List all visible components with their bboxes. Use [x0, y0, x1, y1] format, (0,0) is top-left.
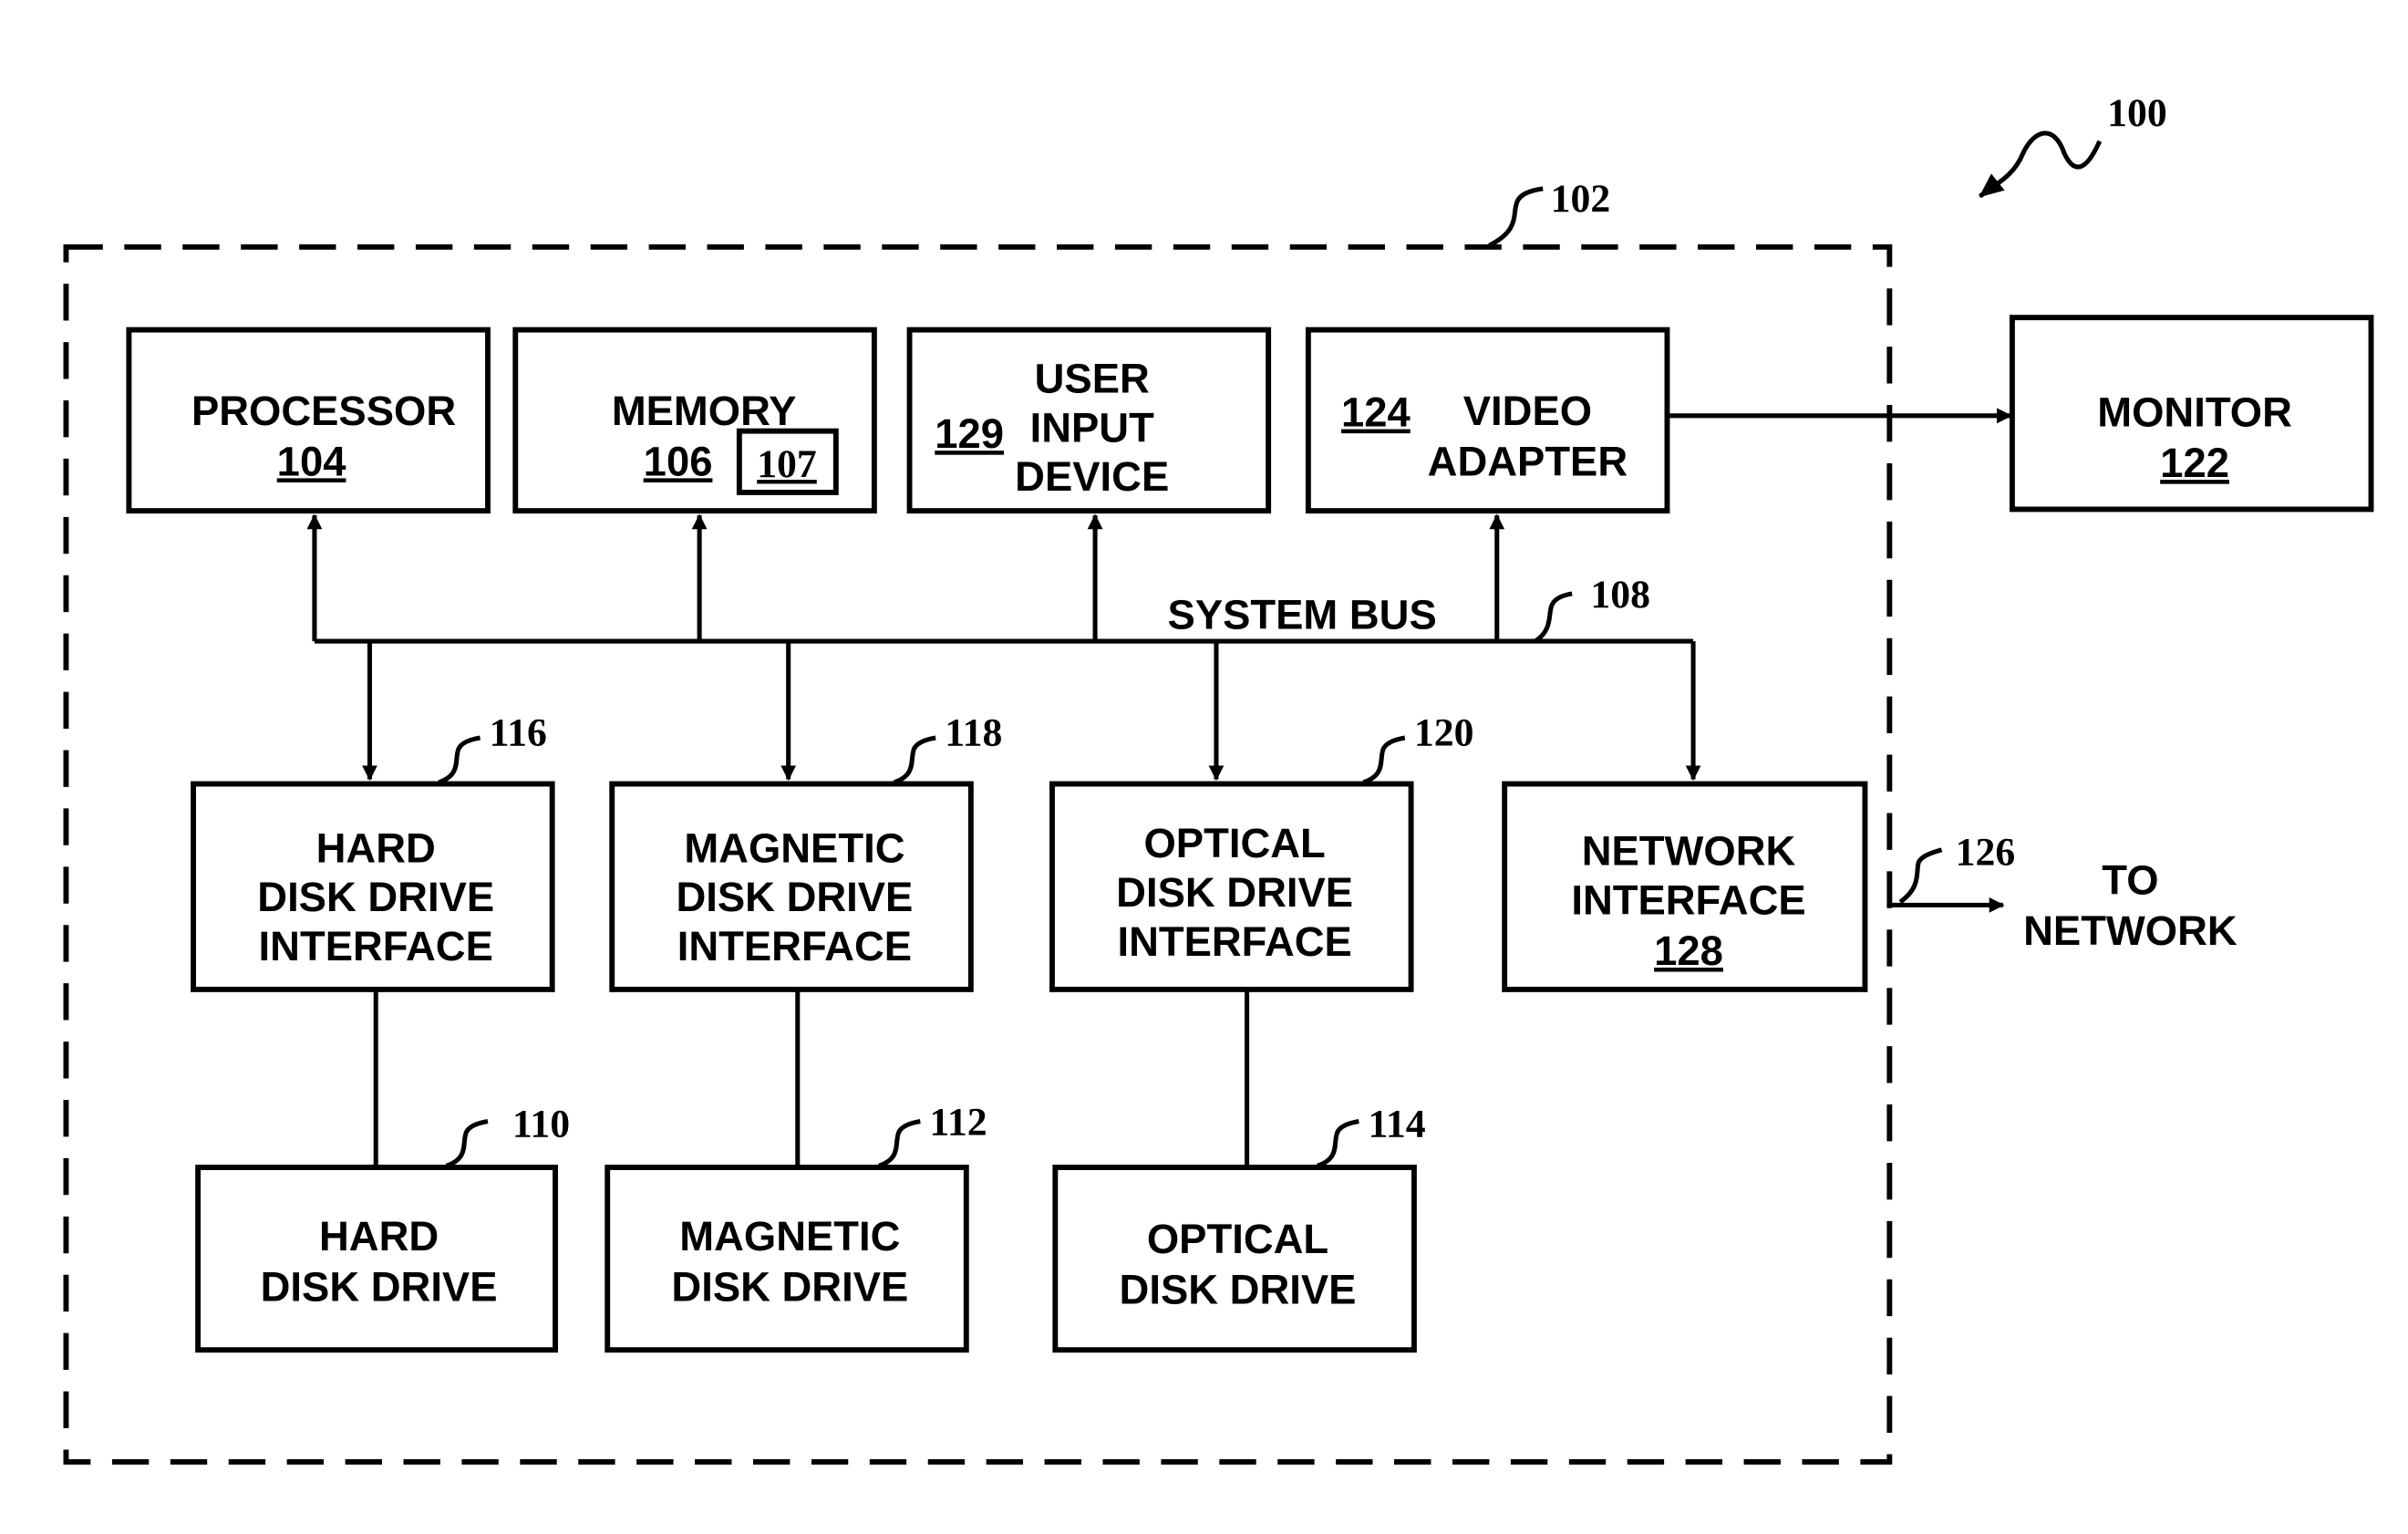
to-network-label-2: NETWORK	[2023, 907, 2237, 954]
svg-text:INTERFACE: INTERFACE	[259, 923, 493, 969]
optical-disk-drive-box[interactable]: OPTICAL DISK DRIVE 114	[1052, 1102, 1426, 1353]
network-link: 126 TO NETWORK	[1889, 831, 2237, 954]
network-interface-box[interactable]: NETWORK INTERFACE 128	[1502, 781, 1868, 992]
system-ref: 102	[1488, 177, 1611, 248]
svg-text:DISK DRIVE: DISK DRIVE	[1120, 1267, 1357, 1313]
hard-disk-drive-box[interactable]: HARD DISK DRIVE 110	[195, 1102, 570, 1353]
svg-text:118: 118	[945, 710, 1002, 754]
svg-text:106: 106	[644, 438, 713, 484]
odd-interface-box[interactable]: OPTICAL DISK DRIVE INTERFACE 120	[1049, 710, 1474, 992]
svg-text:112: 112	[929, 1101, 987, 1145]
svg-text:DISK DRIVE: DISK DRIVE	[676, 874, 913, 920]
monitor-box[interactable]: MONITOR 122	[2009, 315, 2374, 513]
svg-text:104: 104	[277, 438, 347, 484]
svg-text:NETWORK: NETWORK	[1582, 828, 1796, 875]
figure-ref-label: 100	[2107, 91, 2167, 135]
svg-text:OPTICAL: OPTICAL	[1143, 820, 1325, 866]
svg-text:HARD: HARD	[316, 824, 436, 871]
svg-text:DISK DRIVE: DISK DRIVE	[1116, 869, 1353, 916]
svg-text:128: 128	[1654, 928, 1723, 974]
svg-text:DISK DRIVE: DISK DRIVE	[257, 874, 494, 920]
svg-text:VIDEO: VIDEO	[1463, 388, 1592, 434]
svg-text:INTERFACE: INTERFACE	[1117, 918, 1351, 965]
svg-text:USER: USER	[1035, 356, 1150, 402]
processor-box[interactable]: PROCESSOR 104	[126, 326, 491, 514]
svg-text:120: 120	[1414, 710, 1474, 754]
svg-text:PROCESSOR: PROCESSOR	[191, 388, 456, 434]
svg-text:MONITOR: MONITOR	[2097, 389, 2292, 436]
svg-text:116: 116	[490, 710, 547, 754]
svg-text:ADAPTER: ADAPTER	[1428, 438, 1628, 484]
memory-box[interactable]: MEMORY 106 107	[512, 326, 877, 514]
svg-text:DISK DRIVE: DISK DRIVE	[261, 1263, 498, 1310]
system-bus-ref: 108	[1590, 573, 1650, 617]
hdd-interface-box[interactable]: HARD DISK DRIVE INTERFACE 116	[191, 710, 555, 992]
svg-text:107: 107	[757, 442, 817, 486]
video-adapter-box[interactable]: VIDEO ADAPTER 124	[1305, 326, 1670, 514]
user-input-device-box[interactable]: USER INPUT DEVICE 129	[906, 326, 1272, 514]
svg-text:MAGNETIC: MAGNETIC	[679, 1213, 900, 1259]
svg-text:INPUT: INPUT	[1030, 404, 1154, 451]
svg-text:DEVICE: DEVICE	[1015, 453, 1169, 500]
svg-text:INTERFACE: INTERFACE	[1571, 876, 1805, 923]
svg-text:MEMORY: MEMORY	[612, 388, 797, 434]
svg-text:124: 124	[1341, 389, 1411, 436]
to-network-label-1: TO	[2102, 857, 2158, 904]
svg-text:OPTICAL: OPTICAL	[1147, 1216, 1328, 1262]
svg-text:102: 102	[1551, 177, 1611, 221]
mdd-interface-box[interactable]: MAGNETIC DISK DRIVE INTERFACE 118	[609, 710, 1002, 992]
system-bus-label: SYSTEM BUS	[1168, 592, 1437, 638]
figure-reference: 100	[1979, 91, 2167, 199]
svg-text:MAGNETIC: MAGNETIC	[684, 824, 904, 871]
svg-text:HARD: HARD	[319, 1213, 439, 1259]
network-link-ref: 126	[1956, 831, 2016, 875]
svg-text:114: 114	[1368, 1102, 1425, 1145]
svg-text:DISK DRIVE: DISK DRIVE	[671, 1263, 908, 1310]
svg-text:122: 122	[2160, 440, 2229, 486]
svg-text:INTERFACE: INTERFACE	[677, 923, 912, 969]
svg-text:110: 110	[512, 1102, 570, 1145]
svg-text:129: 129	[935, 410, 1004, 457]
block-diagram: 100 102 PROCESSOR 104 MEMORY 106 107 USE…	[63, 91, 2374, 1465]
